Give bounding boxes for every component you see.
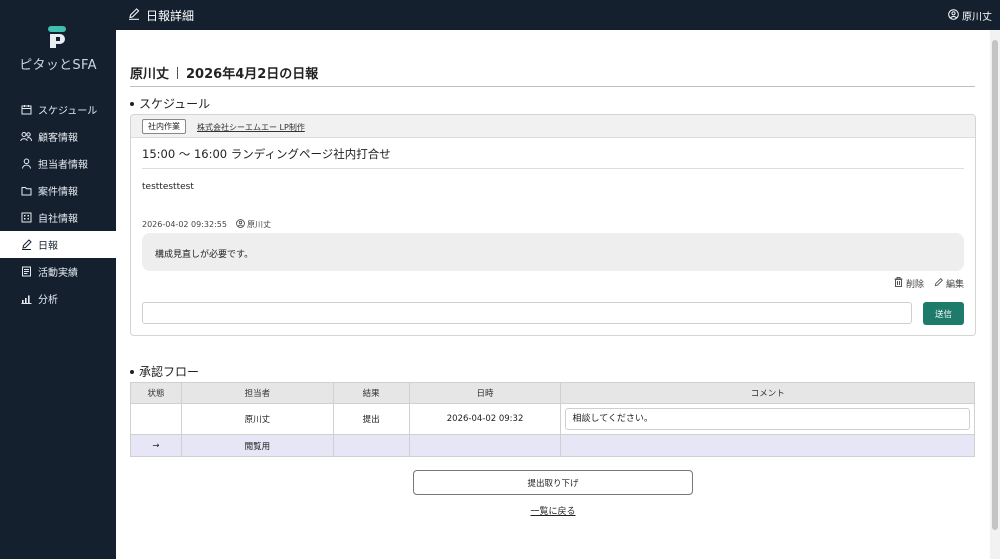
sidebar-item-deals[interactable]: 案件情報 xyxy=(0,177,116,204)
category-tag: 社内作業 xyxy=(142,119,186,134)
comment-meta: 2026-04-02 09:32:55 原川丈 xyxy=(142,219,271,230)
table-header-row: 状態 担当者 結果 日時 コメント xyxy=(130,382,975,404)
sidebar-item-label: 案件情報 xyxy=(38,187,78,198)
approval-table: 状態 担当者 結果 日時 コメント 原川丈 提出 2026-04-02 09:3… xyxy=(130,382,975,457)
sidebar-item-label: 分析 xyxy=(38,295,58,306)
table-row: 原川丈 提出 2026-04-02 09:32 相談してください。 xyxy=(130,403,975,435)
column-header: 日時 xyxy=(408,382,562,404)
comment-input[interactable] xyxy=(142,302,912,324)
result-cell: 提出 xyxy=(332,403,410,435)
sidebar-item-daily-report[interactable]: 日報 xyxy=(0,231,116,258)
scrollbar-thumb[interactable] xyxy=(992,40,998,530)
report-author: 原川丈 xyxy=(130,67,170,82)
status-cell xyxy=(130,403,182,435)
sidebar-item-contacts[interactable]: 担当者情報 xyxy=(0,150,116,177)
comment-user: 原川丈 xyxy=(246,220,271,229)
column-header: 結果 xyxy=(332,382,410,404)
user-circle-icon xyxy=(236,219,245,230)
section-label: スケジュール xyxy=(139,97,211,111)
user-circle-icon xyxy=(948,8,959,23)
send-button[interactable]: 送信 xyxy=(923,302,964,325)
main-content: 原川丈 2026年4月2日の日報 スケジュール 社内作業 株式会社シーエムエー … xyxy=(116,30,992,559)
sidebar-item-label: 活動実績 xyxy=(38,268,78,279)
comment-cell xyxy=(560,434,975,457)
sidebar-item-schedule[interactable]: スケジュール xyxy=(0,96,116,123)
schedule-card: 社内作業 株式会社シーエムエー LP制作 15:00 〜 16:00 ランディン… xyxy=(130,114,976,336)
company-link[interactable]: 株式会社シーエムエー LP制作 xyxy=(197,122,305,133)
page-title: 原川丈 2026年4月2日の日報 xyxy=(130,63,318,82)
sidebar-item-analytics[interactable]: 分析 xyxy=(0,285,116,312)
page-heading-label: 日報詳細 xyxy=(146,9,195,23)
bullet-icon xyxy=(130,369,134,374)
datetime-cell: 2026-04-02 09:32 xyxy=(408,403,562,435)
schedule-time-title: 15:00 〜 16:00 ランディングページ社内打合せ xyxy=(142,147,391,161)
person-icon xyxy=(20,158,32,170)
sidebar-item-company[interactable]: 自社情報 xyxy=(0,204,116,231)
pencil-icon xyxy=(20,239,32,251)
back-to-list-link: 一覧に戻る xyxy=(116,504,990,517)
sidebar-item-activity[interactable]: 活動実績 xyxy=(0,258,116,285)
sidebar-nav: スケジュール 顧客情報 担当者情報 案件情報 自社情報 日報 活動実績 分析 xyxy=(0,96,116,312)
comment-timestamp: 2026-04-02 09:32:55 xyxy=(142,220,227,229)
pencil-icon xyxy=(934,277,943,290)
column-header: コメント xyxy=(560,382,975,404)
scrollbar[interactable] xyxy=(990,30,1000,559)
sidebar-item-label: 担当者情報 xyxy=(38,160,88,171)
person-cell: 原川丈 xyxy=(180,403,334,435)
sidebar: ピタッとSFA スケジュール 顧客情報 担当者情報 案件情報 自社情報 日報 活… xyxy=(0,0,116,559)
calendar-icon xyxy=(20,104,32,116)
back-to-list-label[interactable]: 一覧に戻る xyxy=(530,507,575,517)
title-divider xyxy=(177,66,179,79)
bar-chart-icon xyxy=(20,293,32,305)
people-icon xyxy=(20,131,32,143)
edit-button[interactable]: 編集 xyxy=(934,277,964,290)
comment-cell: 相談してください。 xyxy=(560,403,975,435)
table-row: → 閲覧用 xyxy=(130,434,975,457)
delete-button[interactable]: 削除 xyxy=(894,277,924,290)
schedule-body: testtesttest xyxy=(142,182,194,192)
logo-mark-icon xyxy=(48,26,66,48)
building-icon xyxy=(20,212,32,224)
schedule-card-header: 社内作業 株式会社シーエムエー LP制作 xyxy=(131,115,975,138)
divider xyxy=(130,86,975,87)
delete-label: 削除 xyxy=(905,280,924,290)
bullet-icon xyxy=(130,101,134,106)
comment-actions: 削除 編集 xyxy=(884,277,964,290)
section-label: 承認フロー xyxy=(139,365,200,379)
header-title: 日報詳細 xyxy=(128,7,194,24)
user-menu[interactable]: 原川丈 xyxy=(948,8,992,23)
column-header: 担当者 xyxy=(180,382,334,404)
user-name: 原川丈 xyxy=(962,12,992,23)
approval-comment: 相談してください。 xyxy=(565,408,970,430)
approval-heading: 承認フロー xyxy=(130,363,199,380)
trash-icon xyxy=(894,277,903,290)
folder-icon xyxy=(20,185,32,197)
column-header: 状態 xyxy=(130,382,182,404)
logo-text: ピタッとSFA xyxy=(19,58,97,73)
person-cell: 閲覧用 xyxy=(180,434,334,457)
report-title: 2026年4月2日の日報 xyxy=(186,67,319,82)
datetime-cell xyxy=(408,434,562,457)
schedule-heading: スケジュール xyxy=(130,95,210,112)
document-icon xyxy=(20,266,32,278)
status-cell: → xyxy=(130,434,182,457)
sidebar-item-customers[interactable]: 顧客情報 xyxy=(0,123,116,150)
comment-bubble: 構成見直しが必要です。 xyxy=(142,233,964,271)
app-window: ピタッとSFA スケジュール 顧客情報 担当者情報 案件情報 自社情報 日報 活… xyxy=(0,0,1000,559)
sidebar-item-label: 日報 xyxy=(38,241,58,252)
logo[interactable]: ピタッとSFA xyxy=(0,24,116,73)
result-cell xyxy=(332,434,410,457)
sidebar-item-label: 自社情報 xyxy=(38,214,78,225)
divider xyxy=(142,168,964,169)
sidebar-item-label: スケジュール xyxy=(38,106,98,117)
comment-text: 構成見直しが必要です。 xyxy=(155,250,254,260)
edit-label: 編集 xyxy=(945,280,964,290)
withdraw-button[interactable]: 提出取り下げ xyxy=(413,470,693,495)
sidebar-item-label: 顧客情報 xyxy=(38,133,78,144)
pencil-icon xyxy=(128,8,140,23)
